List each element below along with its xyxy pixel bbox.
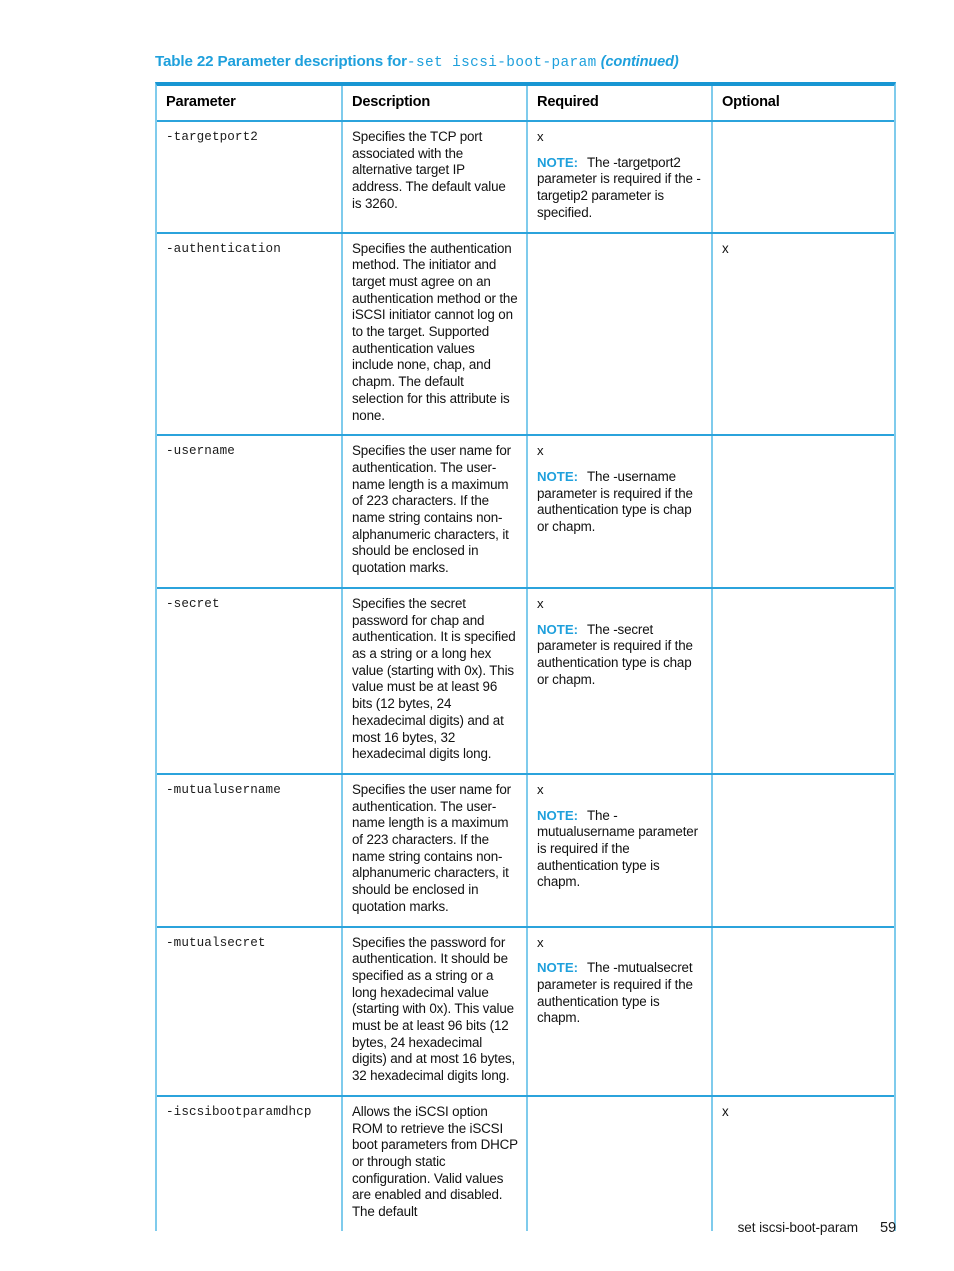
cell-required: x NOTE: The -secret parameter is required… <box>527 587 713 775</box>
cell-optional <box>712 926 894 1097</box>
cell-description: Specifies the password for authenticatio… <box>342 926 528 1097</box>
document-page: Table 22 Parameter descriptions for-set … <box>0 0 954 1271</box>
cell-required: x NOTE: The -mutualsecret parameter is re… <box>527 926 713 1097</box>
table-row: -authentication Specifies the authentica… <box>157 232 894 437</box>
table-header-row: Parameter Description Required Optional <box>157 86 894 122</box>
cell-description: Specifies the authentication method. The… <box>342 232 528 437</box>
table-caption-continued: (continued) <box>600 54 679 70</box>
cell-parameter: -authentication <box>157 232 343 437</box>
column-header-optional: Optional <box>712 86 894 122</box>
cell-description: Specifies the secret password for chap a… <box>342 587 528 775</box>
footer-running-head: set iscsi-boot-param <box>737 1220 858 1235</box>
table-caption: Table 22 Parameter descriptions for-set … <box>155 52 915 73</box>
table-row: -username Specifies the user name for au… <box>157 435 894 589</box>
note-label: NOTE: <box>537 960 579 976</box>
note-label: NOTE: <box>537 468 579 484</box>
note-label: NOTE: <box>537 621 579 637</box>
cell-required <box>527 232 713 437</box>
cell-optional: x <box>722 1103 729 1119</box>
required-mark: x <box>537 781 544 797</box>
cell-required: x NOTE: The -targetport2 parameter is req… <box>527 121 713 234</box>
required-mark: x <box>537 934 544 950</box>
cell-required: x NOTE: The -username parameter is requir… <box>527 435 713 589</box>
required-mark: x <box>537 443 544 459</box>
required-note: NOTE: The -targetport2 parameter is requi… <box>537 155 703 222</box>
cell-optional <box>712 773 894 928</box>
cell-parameter: -mutualsecret <box>157 926 343 1097</box>
cell-parameter: -targetport2 <box>157 121 343 234</box>
required-note: NOTE: The -mutualsecret parameter is requ… <box>537 960 703 1027</box>
required-mark: x <box>537 595 544 611</box>
required-note: NOTE: The -mutualusername parameter is re… <box>537 808 703 892</box>
table-row: -secret Specifies the secret password fo… <box>157 587 894 775</box>
footer-page-number: 59 <box>879 1220 896 1236</box>
table-row: -mutualusername Specifies the user name … <box>157 773 894 928</box>
note-label: NOTE: <box>537 154 579 170</box>
table-row: -iscsibootparamdhcp Allows the iSCSI opt… <box>157 1095 894 1231</box>
table-caption-command: -set iscsi-boot-param <box>406 55 597 71</box>
column-header-parameter: Parameter <box>157 86 343 122</box>
table-body: -targetport2 Specifies the TCP port asso… <box>157 121 894 1231</box>
cell-parameter: -iscsibootparamdhcp <box>157 1095 343 1231</box>
note-label: NOTE: <box>537 807 579 823</box>
required-mark: x <box>537 129 544 144</box>
required-note: NOTE: The -secret parameter is required i… <box>537 622 703 689</box>
cell-required <box>527 1095 713 1231</box>
table-row: -mutualsecret Specifies the password for… <box>157 926 894 1097</box>
cell-required: x NOTE: The -mutualusername parameter is … <box>527 773 713 928</box>
cell-optional: x <box>712 232 894 437</box>
parameter-table-wrapper: Parameter Description Required Optional … <box>155 82 896 1231</box>
cell-optional <box>712 435 894 589</box>
page-footer: set iscsi-boot-param 59 <box>155 1220 897 1236</box>
table-header: Parameter Description Required Optional <box>157 86 894 122</box>
cell-parameter: -mutualusername <box>157 773 343 928</box>
table-caption-prefix: Table 22 Parameter descriptions for <box>155 53 407 70</box>
column-header-required: Required <box>527 86 713 122</box>
cell-description: Specifies the user name for authenticati… <box>342 435 528 589</box>
cell-parameter: -secret <box>157 587 343 775</box>
required-note: NOTE: The -username parameter is required… <box>537 469 703 536</box>
cell-description: Allows the iSCSI option ROM to retrieve … <box>342 1095 528 1231</box>
cell-description: Specifies the TCP port associated with t… <box>342 121 528 234</box>
cell-description: Specifies the user name for authenticati… <box>342 773 528 928</box>
column-header-description: Description <box>342 86 528 122</box>
table-row: -targetport2 Specifies the TCP port asso… <box>157 121 894 234</box>
cell-parameter: -username <box>157 435 343 589</box>
cell-optional <box>712 121 894 234</box>
cell-optional <box>712 587 894 775</box>
parameter-table: Parameter Description Required Optional … <box>157 86 894 1231</box>
